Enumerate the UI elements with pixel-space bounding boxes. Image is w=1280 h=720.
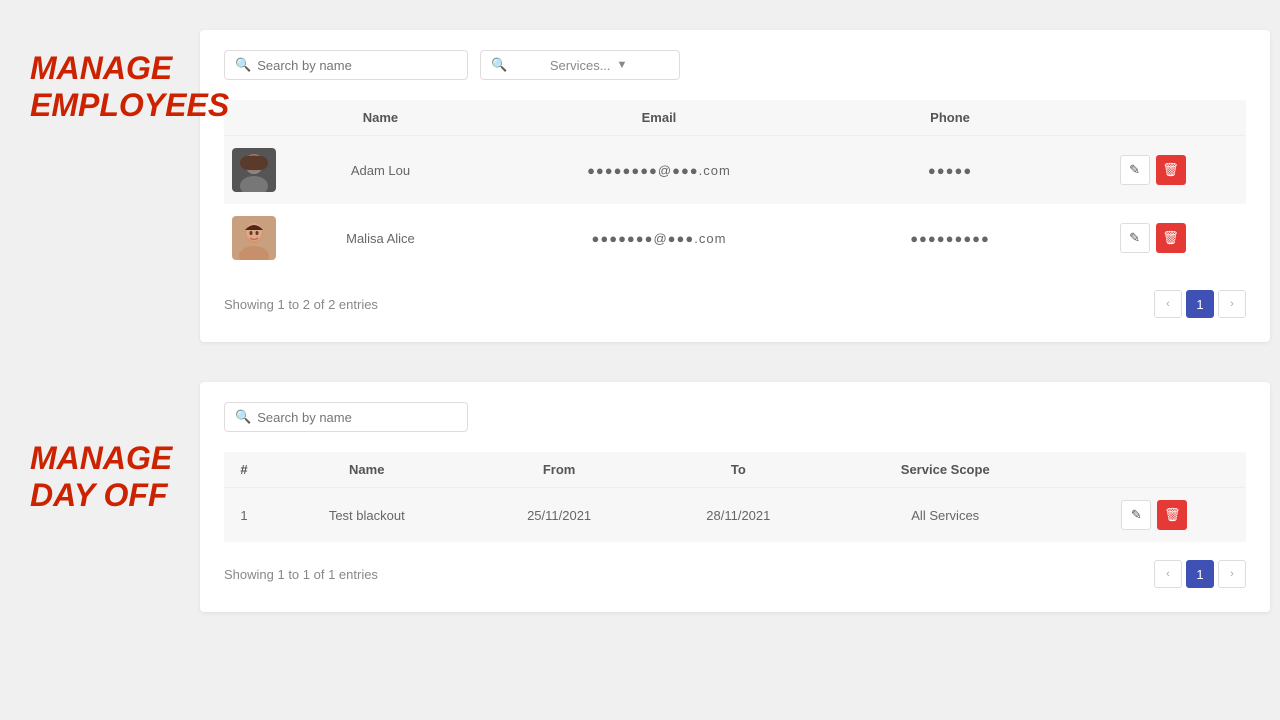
dayoff-number: 1 [224, 488, 264, 543]
search-icon: 🔍 [235, 57, 251, 73]
col-number: # [224, 452, 264, 488]
employee-email: ●●●●●●●●@●●●.com [477, 136, 841, 205]
col-actions [1059, 100, 1246, 136]
col-service-scope: Service Scope [828, 452, 1063, 488]
delete-dayoff-button[interactable]: 🗑 [1157, 500, 1187, 530]
employee-phone: ●●●●● [841, 136, 1059, 205]
table-row: Malisa Alice ●●●●●●●@●●●.com ●●●●●●●●● ✎… [224, 204, 1246, 272]
col-dayoff-actions [1063, 452, 1246, 488]
col-to: To [649, 452, 828, 488]
manage-dayoff-title: Manage Day Off [30, 440, 172, 514]
edit-dayoff-button[interactable]: ✎ [1121, 500, 1151, 530]
dayoff-table-footer: Showing 1 to 1 of 1 entries ‹ 1 › [224, 560, 1246, 588]
col-avatar [224, 100, 284, 136]
table-row: Adam Lou ●●●●●●●●@●●●.com ●●●●● ✎ 🗑 [224, 136, 1246, 205]
dayoff-prev-page-button[interactable]: ‹ [1154, 560, 1182, 588]
dayoff-page-1-button[interactable]: 1 [1186, 560, 1214, 588]
dayoff-table: # Name From To Service Scope 1 Test blac… [224, 452, 1246, 542]
next-page-button[interactable]: › [1218, 290, 1246, 318]
edit-button[interactable]: ✎ [1120, 155, 1150, 185]
employee-name: Malisa Alice [284, 204, 477, 272]
dayoff-search-row: 🔍 [224, 402, 1246, 432]
dayoff-actions: ✎ 🗑 [1063, 488, 1246, 543]
dayoff-showing-text: Showing 1 to 1 of 1 entries [224, 567, 378, 582]
col-phone: Phone [841, 100, 1059, 136]
col-name: Name [284, 100, 477, 136]
dayoff-from: 25/11/2021 [470, 488, 649, 543]
services-search-icon: 🔍 [491, 57, 544, 73]
avatar-cell [224, 204, 284, 272]
chevron-down-icon: ▼ [617, 59, 670, 71]
employee-email: ●●●●●●●@●●●.com [477, 204, 841, 272]
dayoff-search-icon: 🔍 [235, 409, 251, 425]
edit-button[interactable]: ✎ [1120, 223, 1150, 253]
employee-name: Adam Lou [284, 136, 477, 205]
employee-actions: ✎ 🗑 [1059, 136, 1246, 205]
dayoff-pagination: ‹ 1 › [1154, 560, 1246, 588]
avatar [232, 148, 276, 192]
employees-showing-text: Showing 1 to 2 of 2 entries [224, 297, 378, 312]
employees-search-box[interactable]: 🔍 [224, 50, 468, 80]
col-from: From [470, 452, 649, 488]
employees-search-row: 🔍 🔍 Services... ▼ [224, 50, 1246, 80]
dayoff-search-box[interactable]: 🔍 [224, 402, 468, 432]
employees-pagination: ‹ 1 › [1154, 290, 1246, 318]
dayoff-search-input[interactable] [257, 410, 457, 425]
avatar [232, 216, 276, 260]
dayoff-name: Test blackout [264, 488, 470, 543]
delete-button[interactable]: 🗑 [1156, 155, 1186, 185]
avatar-cell [224, 136, 284, 205]
dayoff-service-scope: All Services [828, 488, 1063, 543]
employees-table: Name Email Phone [224, 100, 1246, 272]
employees-search-input[interactable] [257, 58, 457, 73]
col-email: Email [477, 100, 841, 136]
employee-actions: ✎ 🗑 [1059, 204, 1246, 272]
page-1-button[interactable]: 1 [1186, 290, 1214, 318]
prev-page-button[interactable]: ‹ [1154, 290, 1182, 318]
employee-phone: ●●●●●●●●● [841, 204, 1059, 272]
table-row: 1 Test blackout 25/11/2021 28/11/2021 Al… [224, 488, 1246, 543]
col-dayoff-name: Name [264, 452, 470, 488]
delete-button[interactable]: 🗑 [1156, 223, 1186, 253]
employees-card: 🔍 🔍 Services... ▼ Name Email Phone [200, 30, 1270, 342]
manage-employees-title: Manage Employees [30, 50, 229, 124]
services-placeholder: Services... [550, 58, 611, 73]
dayoff-next-page-button[interactable]: › [1218, 560, 1246, 588]
employees-table-footer: Showing 1 to 2 of 2 entries ‹ 1 › [224, 290, 1246, 318]
dayoff-card: 🔍 # Name From To Service Scope 1 Test bl… [200, 382, 1270, 612]
services-dropdown[interactable]: 🔍 Services... ▼ [480, 50, 680, 80]
dayoff-to: 28/11/2021 [649, 488, 828, 543]
